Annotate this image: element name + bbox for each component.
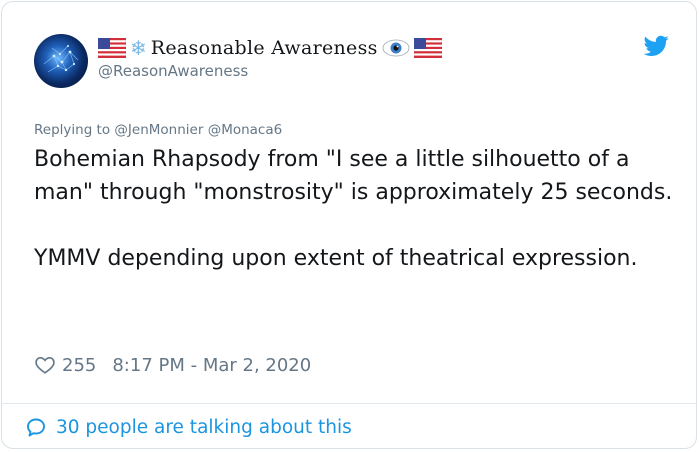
tweet-card: ❄ Reasonable Awareness @ReasonAwareness … (1, 1, 697, 449)
reply-mention[interactable]: @Monaca6 (208, 122, 283, 138)
divider (1, 403, 697, 404)
heart-icon[interactable] (34, 354, 56, 376)
tweet-timestamp[interactable]: 8:17 PM - Mar 2, 2020 (112, 355, 311, 376)
conversation-label: 30 people are talking about this (56, 416, 352, 438)
us-flag-icon (97, 37, 127, 59)
tweet-paragraph: Bohemian Rhapsody from "I see a little s… (34, 147, 673, 205)
conversation-link[interactable]: 30 people are talking about this (24, 412, 352, 442)
speech-bubble-icon (24, 415, 48, 439)
replying-to-label: Replying to (34, 122, 111, 138)
snowflake-icon: ❄ (130, 36, 147, 60)
tweet-paragraph: YMMV depending upon extent of theatrical… (34, 246, 638, 271)
display-name: Reasonable Awareness (150, 37, 378, 59)
user-handle[interactable]: @ReasonAwareness (98, 62, 248, 80)
tweet-text: Bohemian Rhapsody from "I see a little s… (34, 143, 674, 275)
like-count[interactable]: 255 (62, 355, 96, 376)
twitter-bird-icon[interactable] (643, 35, 669, 57)
eye-icon (382, 38, 410, 58)
avatar[interactable] (34, 34, 88, 88)
us-flag-icon (413, 37, 442, 59)
reply-mention[interactable]: @JenMonnier (114, 122, 203, 138)
display-name-row[interactable]: ❄ Reasonable Awareness (97, 35, 442, 61)
replying-to: Replying to @JenMonnier @Monaca6 (34, 122, 282, 138)
tweet-meta: 255 8:17 PM - Mar 2, 2020 (34, 352, 311, 378)
